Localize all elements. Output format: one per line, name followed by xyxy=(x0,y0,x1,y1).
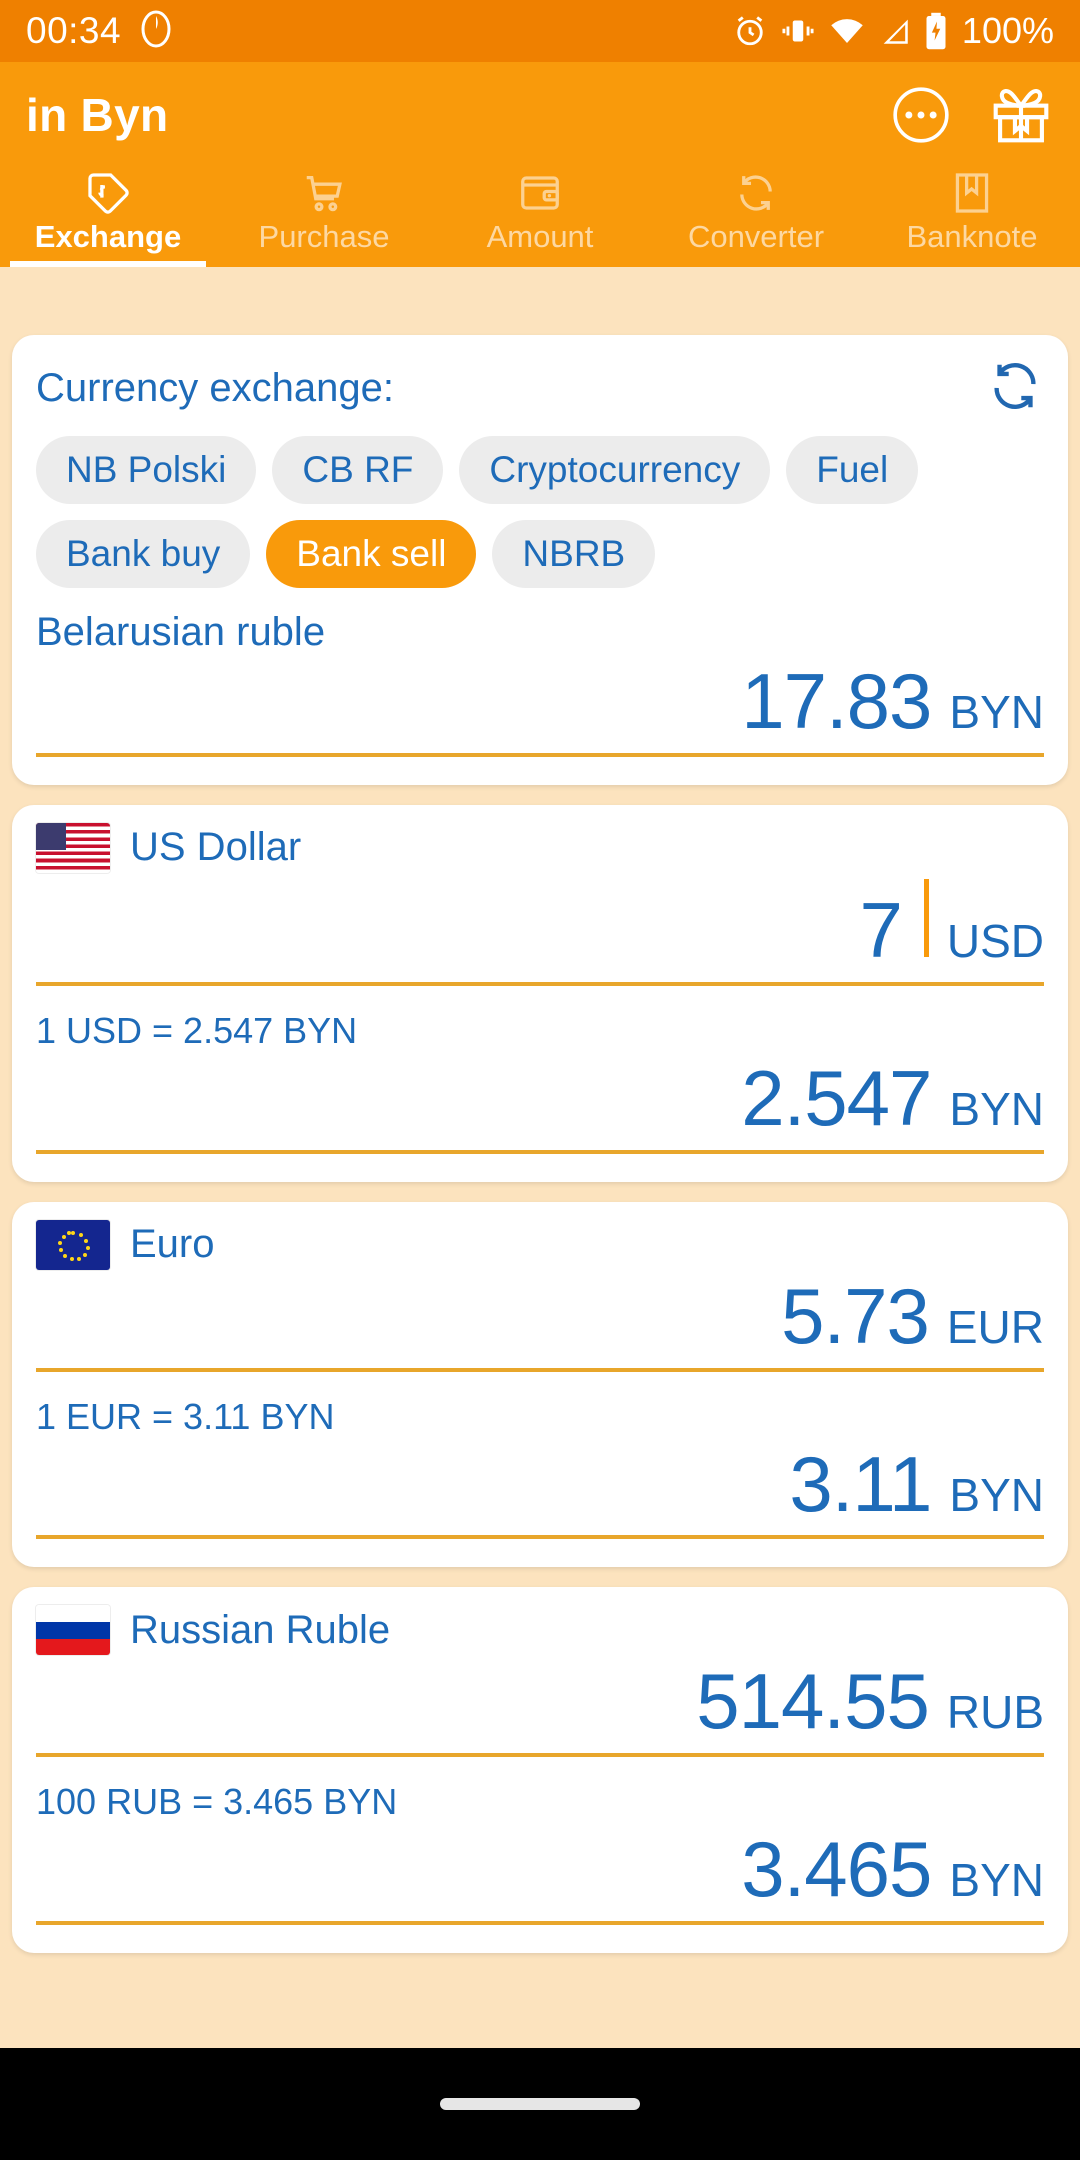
currency-name-row: Russian Ruble xyxy=(36,1587,1044,1656)
content-scroll-area[interactable]: Currency exchange: NB Polski CB RF Crypt… xyxy=(0,325,1080,2048)
status-bar-left: 00:34 xyxy=(26,10,171,53)
overflow-menu-icon[interactable] xyxy=(890,84,952,146)
exchange-rate-label: 1 EUR = 3.11 BYN xyxy=(36,1395,335,1437)
tab-label: Banknote xyxy=(906,219,1038,254)
app-bar-actions xyxy=(890,82,1054,148)
chip-cryptocurrency[interactable]: Cryptocurrency xyxy=(459,436,771,504)
battery-percent-label: 100% xyxy=(961,10,1054,51)
chip-nb-polski[interactable]: NB Polski xyxy=(36,436,257,504)
banknote-bookmark-icon xyxy=(949,171,995,215)
base-currency-code: BYN xyxy=(949,686,1044,738)
tab-label: Converter xyxy=(687,219,825,254)
text-cursor xyxy=(923,878,929,957)
converted-amount-value[interactable]: 3.11 xyxy=(789,1443,932,1526)
tab-label: Exchange xyxy=(34,219,182,254)
tab-bar: Exchange Purchase Amount Converter Bankn… xyxy=(0,167,1080,267)
wallet-icon xyxy=(517,171,563,215)
amount-underline xyxy=(36,1367,1044,1372)
card-bottom-padding xyxy=(36,1545,1044,1567)
converted-underline xyxy=(36,1921,1044,1926)
currency-amount-row[interactable]: 5.73 EUR xyxy=(36,1270,1044,1368)
signal-icon xyxy=(878,13,912,49)
app-notification-icon xyxy=(141,10,171,53)
exchange-rate-label: 100 RUB = 3.465 BYN xyxy=(36,1781,398,1823)
chip-fuel[interactable]: Fuel xyxy=(786,436,919,504)
tab-label: Amount xyxy=(486,219,594,254)
currency-amount-input[interactable]: 5.73 xyxy=(781,1275,930,1358)
base-amount-underline xyxy=(36,752,1044,757)
currency-amount-row[interactable]: 7 USD xyxy=(36,873,1044,982)
eu-flag-icon xyxy=(36,1219,110,1270)
currency-amount-input[interactable]: 7 xyxy=(859,889,902,972)
converted-underline xyxy=(36,1149,1044,1154)
content: Currency exchange: NB Polski CB RF Crypt… xyxy=(0,325,1080,1954)
currency-exchange-header: Currency exchange: xyxy=(36,335,1044,426)
converted-underline xyxy=(36,1535,1044,1540)
converted-currency-code: BYN xyxy=(949,1082,1044,1135)
tab-purchase[interactable]: Purchase xyxy=(216,167,432,267)
card-bottom-padding xyxy=(36,1931,1044,1953)
wifi-icon xyxy=(828,13,866,49)
converted-currency-code: BYN xyxy=(949,1854,1044,1907)
currency-name-row: US Dollar xyxy=(36,805,1044,873)
tab-amount[interactable]: Amount xyxy=(432,167,648,267)
tab-converter[interactable]: Converter xyxy=(648,167,864,267)
card-bottom-padding xyxy=(36,1160,1044,1182)
chip-cb-rf[interactable]: CB RF xyxy=(272,436,444,504)
home-indicator[interactable] xyxy=(440,2098,640,2110)
converted-currency-code: BYN xyxy=(949,1468,1044,1521)
page-title: in Byn xyxy=(26,88,169,141)
converted-amount-value[interactable]: 2.547 xyxy=(741,1057,932,1140)
status-bar-clock: 00:34 xyxy=(26,10,122,51)
currency-card-usd: US Dollar 7 USD 1 USD = 2.547 BYN 2.547 … xyxy=(12,804,1068,1182)
phone-screen: 00:34 100% in Byn Exchange Purchase Amou… xyxy=(0,0,1080,2160)
chip-bank-sell[interactable]: Bank sell xyxy=(266,520,477,588)
tab-exchange[interactable]: Exchange xyxy=(0,167,216,267)
system-navigation-bar xyxy=(0,2048,1080,2160)
currency-name-row: Euro xyxy=(36,1202,1044,1270)
converted-amount-row[interactable]: 3.11 BYN xyxy=(36,1438,1044,1536)
app-bar: in Byn xyxy=(0,62,1080,167)
battery-icon xyxy=(924,12,948,50)
exchange-source-chips: NB Polski CB RF Cryptocurrency Fuel Bank… xyxy=(36,426,1044,592)
currency-amount-row[interactable]: 514.55 RUB xyxy=(36,1655,1044,1753)
converted-amount-row[interactable]: 2.547 BYN xyxy=(36,1052,1044,1150)
tab-label: Purchase xyxy=(258,219,390,254)
currency-card-eur: Euro 5.73 EUR 1 EUR = 3.11 BYN 3.11 BYN xyxy=(12,1201,1068,1568)
ru-flag-icon xyxy=(36,1605,110,1656)
amount-underline xyxy=(36,1753,1044,1758)
currency-amount-input[interactable]: 514.55 xyxy=(696,1661,930,1743)
alarm-icon xyxy=(732,13,768,49)
tab-banknote[interactable]: Banknote xyxy=(864,167,1080,267)
currency-code: USD xyxy=(946,914,1044,967)
vibrate-icon xyxy=(780,13,816,49)
status-bar-right: 100% xyxy=(732,10,1054,52)
exchange-rate-label: 1 USD = 2.547 BYN xyxy=(36,1009,358,1051)
converted-amount-value[interactable]: 3.465 xyxy=(741,1828,932,1911)
convert-arrows-icon xyxy=(733,171,779,215)
currency-exchange-card: Currency exchange: NB Polski CB RF Crypt… xyxy=(12,335,1068,785)
currency-name: Euro xyxy=(130,1222,215,1267)
amount-underline xyxy=(36,981,1044,986)
shopping-cart-icon xyxy=(301,171,347,215)
gift-icon[interactable] xyxy=(988,82,1054,148)
chip-nbrb[interactable]: NBRB xyxy=(492,520,656,588)
currency-exchange-title: Currency exchange: xyxy=(36,366,394,410)
currency-card-rub: Russian Ruble 514.55 RUB 100 RUB = 3.465… xyxy=(12,1587,1068,1954)
currency-code: RUB xyxy=(946,1686,1044,1739)
base-currency-name: Belarusian ruble xyxy=(36,610,326,654)
us-flag-icon xyxy=(36,822,110,873)
base-currency-row: Belarusian ruble xyxy=(36,592,1044,655)
chip-bank-buy[interactable]: Bank buy xyxy=(36,520,251,588)
status-bar: 00:34 100% xyxy=(0,0,1080,62)
currency-code: EUR xyxy=(946,1300,1044,1353)
card-bottom-padding xyxy=(36,763,1044,785)
base-amount-row[interactable]: 17.83 BYN xyxy=(36,655,1044,753)
refresh-swap-icon[interactable] xyxy=(986,357,1044,420)
currency-name: Russian Ruble xyxy=(130,1607,391,1652)
converted-amount-row[interactable]: 3.465 BYN xyxy=(36,1823,1044,1921)
base-amount-value[interactable]: 17.83 xyxy=(741,660,932,743)
price-tag-icon xyxy=(85,171,131,215)
currency-name: US Dollar xyxy=(130,825,302,870)
